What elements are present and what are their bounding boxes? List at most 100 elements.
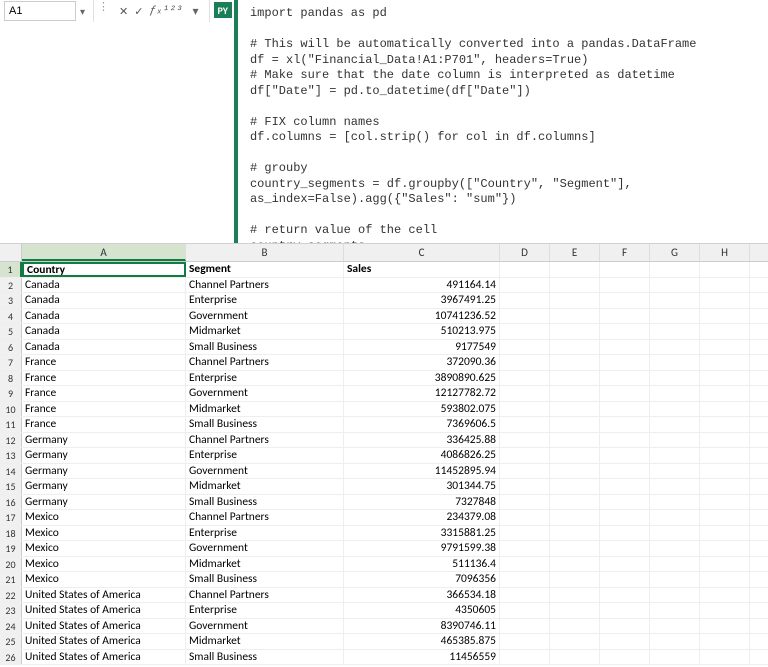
cell-H7[interactable] <box>700 355 750 370</box>
cell-D26[interactable] <box>500 650 550 665</box>
cell-A15[interactable]: Germany <box>22 479 186 494</box>
row-header[interactable]: 22 <box>0 588 22 603</box>
cell-H17[interactable] <box>700 510 750 525</box>
cell-D7[interactable] <box>500 355 550 370</box>
cell-C3[interactable]: 3967491.25 <box>344 293 500 308</box>
cell-A1[interactable]: Country <box>22 262 186 277</box>
cell-G19[interactable] <box>650 541 700 556</box>
cell-F9[interactable] <box>600 386 650 401</box>
cell-H2[interactable] <box>700 278 750 293</box>
row-header[interactable]: 4 <box>0 309 22 324</box>
column-header-E[interactable]: E <box>550 244 600 261</box>
row-header[interactable]: 6 <box>0 340 22 355</box>
cell-A24[interactable]: United States of America <box>22 619 186 634</box>
cell-E23[interactable] <box>550 603 600 618</box>
cell-C26[interactable]: 11456559 <box>344 650 500 665</box>
row-header[interactable]: 20 <box>0 557 22 572</box>
cell-F8[interactable] <box>600 371 650 386</box>
cell-A16[interactable]: Germany <box>22 495 186 510</box>
cell-C20[interactable]: 511136.4 <box>344 557 500 572</box>
cell-F26[interactable] <box>600 650 650 665</box>
cell-B12[interactable]: Channel Partners <box>186 433 344 448</box>
cell-B5[interactable]: Midmarket <box>186 324 344 339</box>
cell-F22[interactable] <box>600 588 650 603</box>
cell-E12[interactable] <box>550 433 600 448</box>
cell-E5[interactable] <box>550 324 600 339</box>
row-header[interactable]: 21 <box>0 572 22 587</box>
cell-F14[interactable] <box>600 464 650 479</box>
cell-G15[interactable] <box>650 479 700 494</box>
cell-C18[interactable]: 3315881.25 <box>344 526 500 541</box>
select-all-corner[interactable] <box>0 244 22 261</box>
cell-H3[interactable] <box>700 293 750 308</box>
cell-E4[interactable] <box>550 309 600 324</box>
row-header[interactable]: 9 <box>0 386 22 401</box>
row-header[interactable]: 8 <box>0 371 22 386</box>
cell-B11[interactable]: Small Business <box>186 417 344 432</box>
row-header[interactable]: 5 <box>0 324 22 339</box>
cell-G13[interactable] <box>650 448 700 463</box>
cell-H6[interactable] <box>700 340 750 355</box>
cell-E13[interactable] <box>550 448 600 463</box>
cell-H20[interactable] <box>700 557 750 572</box>
column-header-G[interactable]: G <box>650 244 700 261</box>
cell-H15[interactable] <box>700 479 750 494</box>
cell-D20[interactable] <box>500 557 550 572</box>
column-header-H[interactable]: H <box>700 244 750 261</box>
cell-D23[interactable] <box>500 603 550 618</box>
cell-C8[interactable]: 3890890.625 <box>344 371 500 386</box>
cell-B17[interactable]: Channel Partners <box>186 510 344 525</box>
cell-F18[interactable] <box>600 526 650 541</box>
cell-B1[interactable]: Segment <box>186 262 344 277</box>
cell-B15[interactable]: Midmarket <box>186 479 344 494</box>
cell-E19[interactable] <box>550 541 600 556</box>
cell-E1[interactable] <box>550 262 600 277</box>
cell-B24[interactable]: Government <box>186 619 344 634</box>
column-header-A[interactable]: A <box>22 244 186 261</box>
row-header[interactable]: 24 <box>0 619 22 634</box>
cell-H24[interactable] <box>700 619 750 634</box>
cell-F19[interactable] <box>600 541 650 556</box>
cell-E3[interactable] <box>550 293 600 308</box>
cell-D8[interactable] <box>500 371 550 386</box>
cell-H1[interactable] <box>700 262 750 277</box>
cell-F24[interactable] <box>600 619 650 634</box>
row-header[interactable]: 12 <box>0 433 22 448</box>
cell-C7[interactable]: 372090.36 <box>344 355 500 370</box>
cell-C11[interactable]: 7369606.5 <box>344 417 500 432</box>
cell-H19[interactable] <box>700 541 750 556</box>
cell-D24[interactable] <box>500 619 550 634</box>
cell-H25[interactable] <box>700 634 750 649</box>
cell-F15[interactable] <box>600 479 650 494</box>
cell-C5[interactable]: 510213.975 <box>344 324 500 339</box>
cell-H18[interactable] <box>700 526 750 541</box>
cell-G8[interactable] <box>650 371 700 386</box>
cell-A13[interactable]: Germany <box>22 448 186 463</box>
cell-F25[interactable] <box>600 634 650 649</box>
cell-F13[interactable] <box>600 448 650 463</box>
row-header[interactable]: 23 <box>0 603 22 618</box>
cell-H4[interactable] <box>700 309 750 324</box>
column-header-B[interactable]: B <box>186 244 344 261</box>
cell-E10[interactable] <box>550 402 600 417</box>
cell-E20[interactable] <box>550 557 600 572</box>
cell-C4[interactable]: 10741236.52 <box>344 309 500 324</box>
cell-D13[interactable] <box>500 448 550 463</box>
cell-A23[interactable]: United States of America <box>22 603 186 618</box>
cell-B19[interactable]: Government <box>186 541 344 556</box>
cell-F5[interactable] <box>600 324 650 339</box>
cell-C15[interactable]: 301344.75 <box>344 479 500 494</box>
column-header-F[interactable]: F <box>600 244 650 261</box>
cell-G22[interactable] <box>650 588 700 603</box>
name-box[interactable] <box>4 1 76 21</box>
cell-B6[interactable]: Small Business <box>186 340 344 355</box>
cell-G2[interactable] <box>650 278 700 293</box>
cell-E24[interactable] <box>550 619 600 634</box>
cell-D18[interactable] <box>500 526 550 541</box>
cell-B10[interactable]: Midmarket <box>186 402 344 417</box>
cell-E9[interactable] <box>550 386 600 401</box>
cell-F16[interactable] <box>600 495 650 510</box>
cell-A26[interactable]: United States of America <box>22 650 186 665</box>
row-header[interactable]: 7 <box>0 355 22 370</box>
cell-B2[interactable]: Channel Partners <box>186 278 344 293</box>
